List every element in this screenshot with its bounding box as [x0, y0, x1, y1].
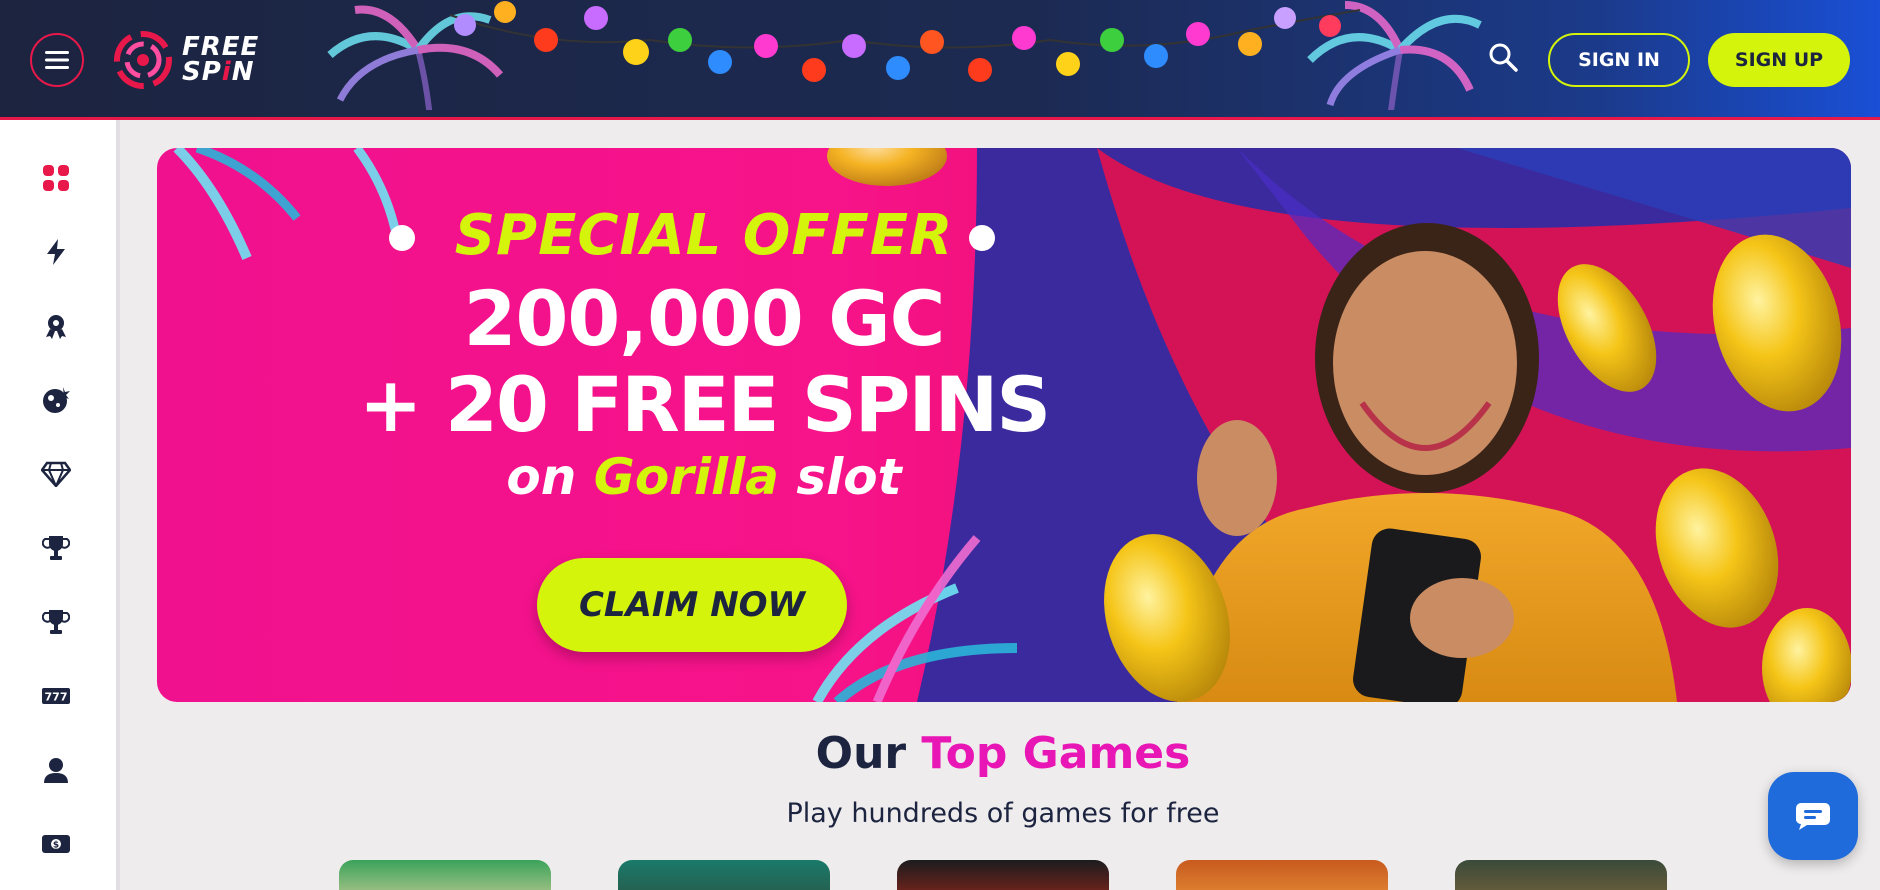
sidebar-nav: 777 $	[0, 120, 120, 890]
game-card[interactable]	[339, 860, 551, 890]
logo-swirl-icon	[114, 31, 172, 89]
claim-now-button[interactable]: CLAIM NOW	[537, 558, 847, 652]
sidebar-item-live-dealer[interactable]	[34, 748, 78, 792]
game-card[interactable]	[1455, 860, 1667, 890]
promo-banner[interactable]: SPECIAL OFFER 200,000 GC + 20 FREE SPINS…	[157, 148, 1851, 702]
award-ribbon-icon	[46, 315, 66, 339]
crazy-ball-icon	[43, 387, 70, 413]
offer-gc-amount: 200,000 GC	[463, 274, 946, 363]
string-lights-decoration	[327, 1, 1482, 110]
offer-free-spins: + 20 FREE SPINS	[358, 360, 1051, 449]
menu-button[interactable]	[30, 33, 84, 87]
trophy-icon	[42, 536, 70, 560]
game-card[interactable]	[1176, 860, 1388, 890]
game-card[interactable]	[618, 860, 830, 890]
sidebar-item-vip[interactable]	[34, 452, 78, 496]
chat-bubble-icon	[1796, 803, 1830, 830]
site-logo[interactable]: FREE SPiN	[112, 28, 259, 92]
diamond-icon	[41, 461, 71, 487]
chat-button[interactable]	[1768, 772, 1858, 860]
hamburger-icon	[45, 51, 69, 69]
logo-line-2: SPiN	[182, 57, 255, 87]
grid-icon	[43, 165, 69, 191]
logo-wordmark: FREE SPiN	[182, 34, 259, 87]
search-icon	[1489, 43, 1518, 72]
svg-text:$: $	[53, 841, 59, 851]
offer-headline: SPECIAL OFFER	[454, 203, 954, 268]
sign-up-button[interactable]: SIGN UP	[1708, 33, 1850, 87]
sidebar-item-tournaments[interactable]	[34, 526, 78, 570]
sidebar-item-all-games[interactable]	[34, 156, 78, 200]
slots-777-icon: 777	[42, 688, 70, 704]
offer-text-block: SPECIAL OFFER 200,000 GC + 20 FREE SPINS…	[157, 148, 1251, 702]
offer-slot-name: on Gorilla slot	[506, 448, 902, 506]
sidebar-item-slots[interactable]: 777	[34, 674, 78, 718]
svg-text:777: 777	[45, 691, 68, 704]
sidebar-item-crazy[interactable]	[34, 378, 78, 422]
cash-icon: $	[42, 835, 70, 853]
user-icon	[44, 758, 68, 783]
top-header: FREE SPiN SIGN IN SIGN UP	[0, 0, 1880, 120]
top-games-title: Our Top Games	[815, 728, 1191, 779]
sidebar-item-cash[interactable]: $	[34, 822, 78, 866]
top-games-subtitle: Play hundreds of games for free	[786, 798, 1220, 829]
search-button[interactable]	[1486, 40, 1522, 76]
game-card[interactable]	[897, 860, 1109, 890]
lightning-icon	[47, 239, 65, 265]
sidebar-item-featured[interactable]	[34, 304, 78, 348]
sidebar-item-fast[interactable]	[34, 230, 78, 274]
trophy-icon	[42, 610, 70, 634]
bullet-dot-right	[969, 225, 995, 251]
sign-in-button[interactable]: SIGN IN	[1548, 33, 1690, 87]
sidebar-item-leaderboard[interactable]	[34, 600, 78, 644]
